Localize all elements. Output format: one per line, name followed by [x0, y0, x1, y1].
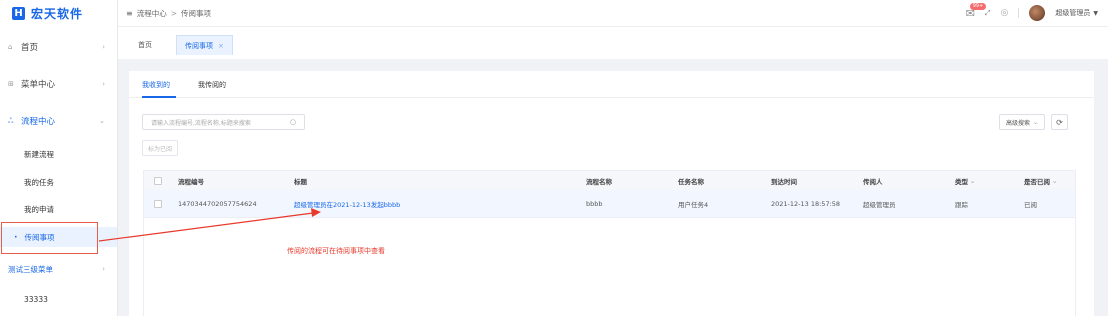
logo-text: 宏天软件 — [31, 6, 84, 21]
caret-down-icon[interactable]: ▼ — [1093, 10, 1098, 17]
subtab-sent[interactable]: 我传阅的 — [198, 80, 226, 90]
sidebar-subitem-new-flow[interactable]: 新建流程 — [0, 144, 117, 164]
data-table: 流程编号 标题 流程名称 任务名称 到达时间 传阅人 类型 ⌄ 是否已阅 ⌄ 147… — [143, 170, 1076, 316]
fullscreen-icon[interactable]: ⤢ — [985, 9, 991, 18]
sidebar-subitem-label: 我的申请 — [24, 204, 54, 214]
checkbox[interactable] — [154, 199, 162, 208]
sidebar-item-menu-center[interactable]: ⊞ 菜单中心 › — [0, 74, 117, 94]
column-header: 是否已阅 — [1024, 177, 1050, 186]
column-header: 类型 — [955, 177, 968, 186]
column-header: 传阅人 — [863, 177, 883, 186]
sidebar-subitem-my-requests[interactable]: 我的申请 — [0, 199, 117, 219]
filter-icon[interactable]: ⌄ — [1052, 177, 1057, 185]
sidebar-item-label: 菜单中心 — [21, 80, 56, 90]
annotation-text: 传阅的流程可在待阅事项中查看 — [287, 247, 385, 255]
sidebar-item-label: 流程中心 — [21, 117, 56, 127]
chevron-down-icon: ⌄ — [1032, 118, 1039, 126]
chevron-right-icon: › — [102, 43, 105, 51]
notification-badge: 99+ — [969, 2, 987, 10]
row-checkbox[interactable] — [154, 190, 162, 217]
sidebar-item-flow-center[interactable]: ஃ 流程中心 ⌄ — [0, 111, 117, 131]
sidebar-subitem-label: 33333 — [24, 294, 48, 304]
table-row[interactable]: 1470344702057754624 超级管理员在2021-12-13发起bb… — [144, 190, 1075, 218]
divider — [1018, 8, 1020, 18]
close-icon[interactable]: × — [218, 42, 224, 50]
search-placeholder: 请输入流程编号,流程名称,标题来搜索 — [151, 119, 251, 127]
tab-home[interactable]: 首页 — [130, 35, 160, 55]
home-icon: ⌂ — [8, 43, 13, 51]
advanced-search-label: 高级搜索 — [1005, 119, 1030, 127]
chevron-right-icon: › — [102, 265, 105, 273]
cell-id: 1470344702057754624 — [178, 199, 257, 208]
avatar[interactable] — [1029, 5, 1046, 21]
sidebar-subitem-label: 我的任务 — [24, 177, 54, 187]
sidebar-item-label: 首页 — [21, 43, 39, 53]
chevron-right-icon: › — [102, 80, 105, 88]
cell-arrival-time: 2021-12-13 18:57:58 — [771, 199, 841, 208]
sidebar-item-test-menu[interactable]: 测试三级菜单 › — [0, 259, 117, 279]
cell-read-status: 已阅 — [1024, 200, 1037, 209]
header-actions: ✉ 99+ ⤢ ◎ 超级管理员 ▼ — [966, 0, 1098, 26]
main-card: 我收到的 我传阅的 请输入流程编号,流程名称,标题来搜索 ○ 标为已阅 高级搜索… — [129, 71, 1094, 316]
table-header: 流程编号 标题 流程名称 任务名称 到达时间 传阅人 类型 ⌄ 是否已阅 ⌄ — [144, 171, 1075, 190]
tabs-bar: 首页 传阅事项 × — [118, 26, 1108, 59]
logo-mark-icon: H — [12, 6, 25, 20]
sidebar-item-label: 测试三级菜单 — [8, 264, 53, 274]
logo[interactable]: H 宏天软件 — [0, 0, 117, 26]
theme-icon[interactable]: ◎ — [1001, 8, 1009, 18]
breadcrumb-separator: > — [170, 8, 177, 18]
select-all-checkbox[interactable] — [154, 171, 162, 190]
notification-icon[interactable]: ✉ 99+ — [966, 2, 987, 20]
breadcrumb: 流程中心 > 传阅事项 — [137, 8, 211, 19]
sidebar-subitem-my-tasks[interactable]: 我的任务 — [0, 172, 117, 192]
column-header-read[interactable]: 是否已阅 ⌄ — [1024, 171, 1057, 190]
chevron-down-icon: ⌄ — [99, 117, 105, 125]
advanced-search-button[interactable]: 高级搜索 ⌄ — [999, 114, 1045, 130]
column-header: 任务名称 — [678, 177, 704, 186]
sidebar-subitem-label: 新建流程 — [24, 149, 54, 159]
subtabs: 我收到的 我传阅的 — [129, 71, 1094, 98]
tab-circulation[interactable]: 传阅事项 × — [176, 35, 233, 55]
annotation-highlight-box — [1, 222, 98, 254]
search-input[interactable]: 请输入流程编号,流程名称,标题来搜索 ○ — [142, 114, 305, 130]
cell-sender: 超级管理员 — [863, 200, 896, 209]
sidebar-item-home[interactable]: ⌂ 首页 › — [0, 37, 117, 57]
mark-read-button[interactable]: 标为已阅 — [142, 140, 178, 156]
column-header: 流程名称 — [586, 177, 612, 186]
column-header: 标题 — [294, 177, 307, 186]
grid-icon: ⊞ — [8, 80, 14, 88]
subtab-active-indicator — [142, 96, 176, 98]
subtab-received[interactable]: 我收到的 — [142, 80, 170, 90]
search-icon[interactable]: ○ — [290, 118, 296, 126]
refresh-button[interactable]: ⟳ — [1051, 114, 1068, 130]
breadcrumb-item[interactable]: 流程中心 — [137, 9, 167, 18]
breadcrumb-item: 传阅事项 — [181, 8, 211, 18]
column-header: 流程编号 — [178, 177, 204, 186]
tab-label: 首页 — [138, 41, 152, 49]
top-header: ≡ 流程中心 > 传阅事项 ✉ 99+ ⤢ ◎ 超级管理员 ▼ — [118, 0, 1108, 26]
cell-title-link[interactable]: 超级管理员在2021-12-13发起bbbb — [294, 190, 400, 217]
tab-label: 传阅事项 — [185, 41, 213, 50]
sidebar-subitem-33333[interactable]: 33333 — [0, 289, 117, 309]
column-header-type[interactable]: 类型 ⌄ — [955, 171, 975, 190]
column-header: 到达时间 — [771, 177, 797, 186]
menu-fold-icon[interactable]: ≡ — [126, 9, 133, 18]
user-name[interactable]: 超级管理员 — [1055, 8, 1090, 18]
cell-process-name: bbbb — [586, 199, 603, 208]
filter-icon[interactable]: ⌄ — [970, 177, 975, 185]
flow-icon: ஃ — [8, 116, 14, 125]
cell-task-name: 用户任务4 — [678, 200, 709, 209]
checkbox[interactable] — [154, 176, 162, 185]
sidebar: H 宏天软件 ⌂ 首页 › ⊞ 菜单中心 › ஃ 流程中心 ⌄ 新建流程 我的任… — [0, 0, 118, 316]
cell-type: 跟踪 — [955, 200, 968, 209]
